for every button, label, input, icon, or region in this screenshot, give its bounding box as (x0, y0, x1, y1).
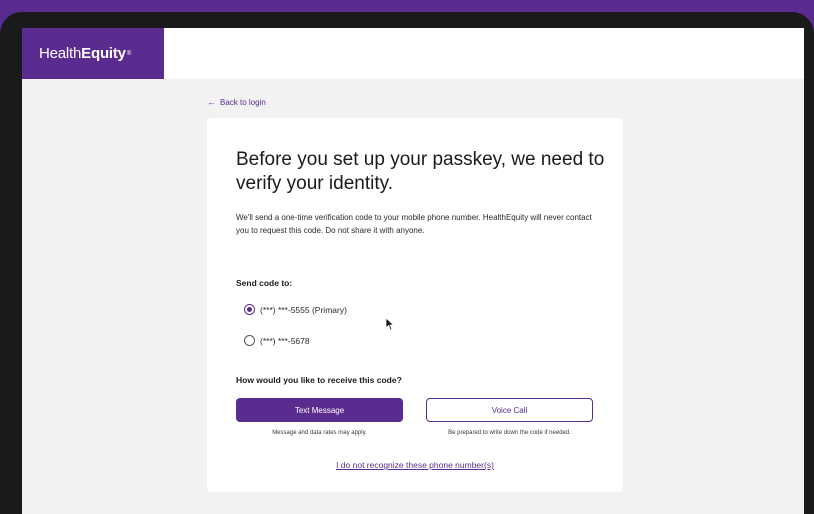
receive-method-label: How would you like to receive this code? (236, 375, 402, 385)
back-to-login-link[interactable]: ← Back to login (207, 97, 266, 107)
voice-call-button[interactable]: Voice Call (426, 398, 593, 422)
unrecognized-numbers-link[interactable]: I do not recognize these phone number(s) (207, 460, 623, 470)
text-message-note: Message and data rates may apply. (272, 430, 367, 436)
logo-text-bold: Equity (81, 45, 126, 62)
browser-screen: Health Equity ® ← Back to login Before you… (22, 28, 804, 514)
mouse-cursor-icon (385, 317, 395, 331)
top-bar: Health Equity ® (22, 28, 804, 79)
radio-button-checked[interactable] (244, 304, 255, 315)
verification-card: Before you set up your passkey, we need … (207, 118, 623, 492)
page-title: Before you set up your passkey, we need … (236, 149, 605, 194)
text-message-button[interactable]: Text Message (236, 398, 403, 422)
phone-option-secondary[interactable]: (***) ***-5678 (244, 335, 310, 346)
voice-call-note: Be prepared to write down the code if ne… (448, 430, 571, 436)
healthequity-logo[interactable]: Health Equity ® (22, 28, 164, 79)
phone-option-label: (***) ***-5678 (260, 335, 310, 346)
back-to-login-label: Back to login (220, 97, 266, 107)
radio-button-unchecked[interactable] (244, 335, 255, 346)
phone-option-primary[interactable]: (***) ***-5555 (Primary) (244, 304, 347, 315)
description-text: We'll send a one-time verification code … (236, 213, 592, 235)
phone-option-label: (***) ***-5555 (Primary) (260, 304, 347, 315)
send-code-label: Send code to: (236, 278, 293, 288)
arrow-left-icon: ← (207, 97, 216, 107)
logo-trademark: ® (126, 50, 132, 57)
logo-text-regular: Health (39, 45, 82, 62)
